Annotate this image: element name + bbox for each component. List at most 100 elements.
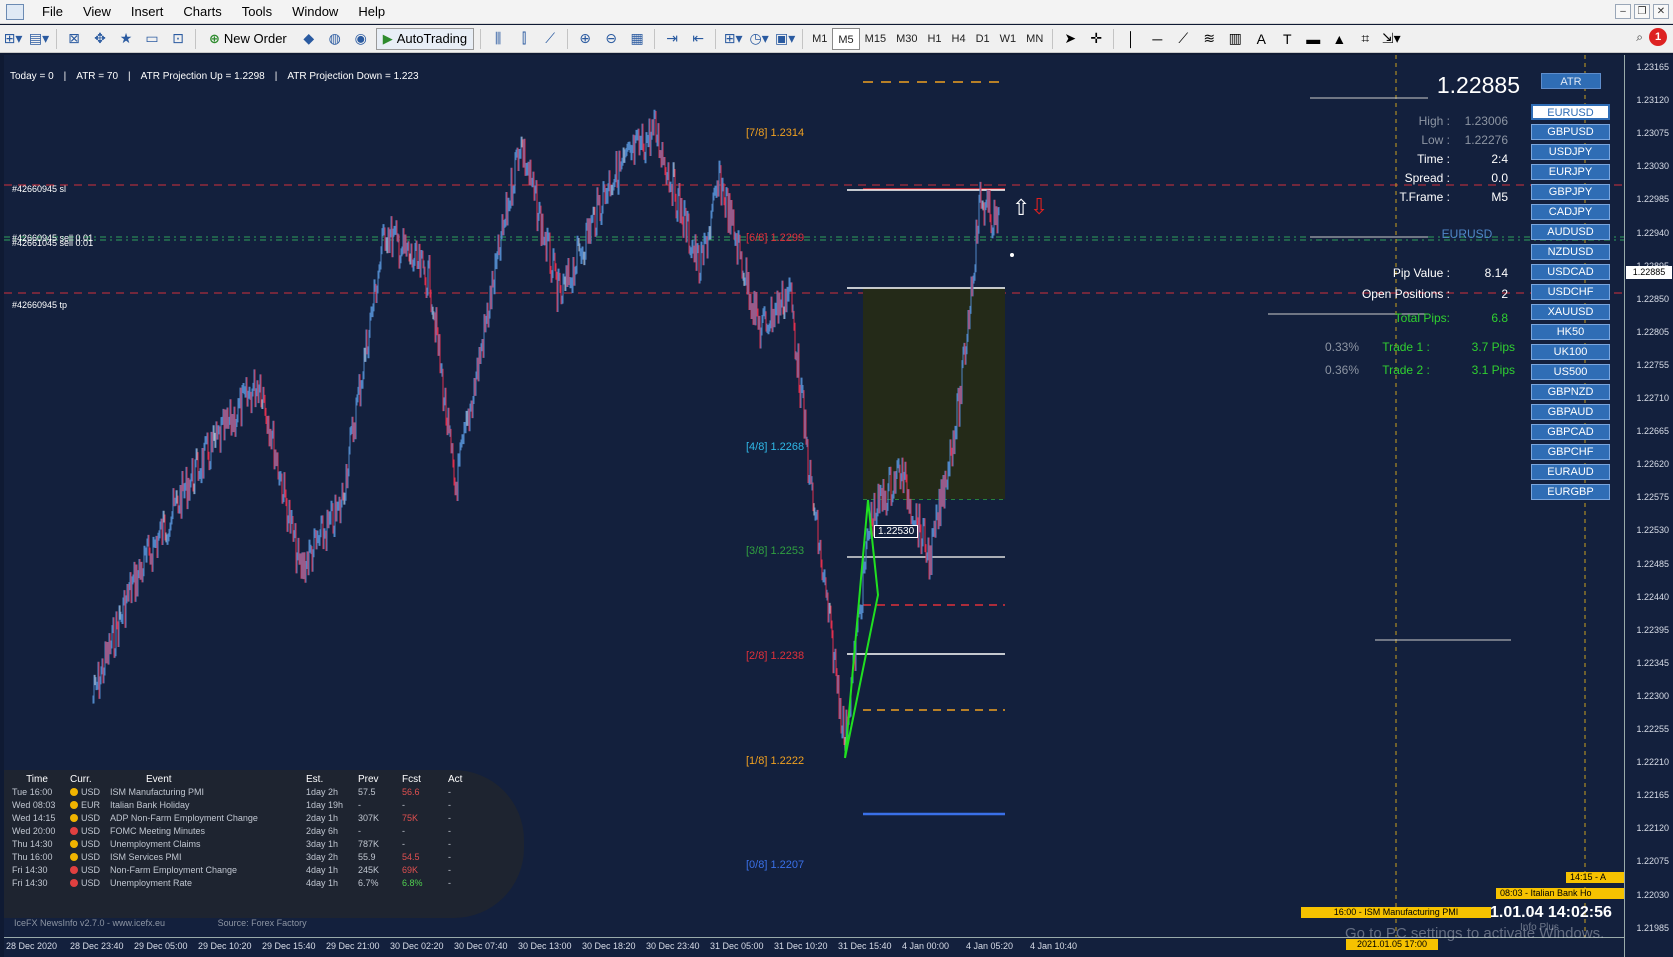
- symbol-button-usdchf[interactable]: USDCHF: [1531, 284, 1610, 300]
- candlestick-icon[interactable]: ⫿: [513, 28, 535, 50]
- menu-file[interactable]: File: [32, 0, 73, 24]
- symbol-button-eurusd[interactable]: EURUSD: [1531, 104, 1610, 120]
- news-footer: IceFX NewsInfo v2.7.0 - www.icefx.eu Sou…: [14, 918, 357, 928]
- symbol-button-euraud[interactable]: EURAUD: [1531, 464, 1610, 480]
- news-currency: USD: [66, 837, 106, 850]
- timeframe-h1[interactable]: H1: [922, 28, 946, 50]
- triangle-icon[interactable]: ▲: [1328, 28, 1350, 50]
- news-row[interactable]: Wed 14:15 USD ADP Non-Farm Employment Chan…: [8, 811, 474, 824]
- zoom-out-icon[interactable]: ⊖: [600, 28, 622, 50]
- symbol-button-gbpchf[interactable]: GBPCHF: [1531, 444, 1610, 460]
- tester-icon[interactable]: ⊡: [167, 28, 189, 50]
- auto-scroll-icon[interactable]: ⇥: [661, 28, 683, 50]
- news-row[interactable]: Fri 14:30 USD Unemployment Rate 4day 1h 6.7%…: [8, 876, 474, 889]
- trendline-icon[interactable]: ⟋: [1172, 28, 1194, 50]
- atr-button[interactable]: ATR: [1541, 73, 1601, 89]
- symbol-button-cadjpy[interactable]: CADJPY: [1531, 204, 1610, 220]
- news-row[interactable]: Thu 14:30 USD Unemployment Claims 3day 1h 78…: [8, 837, 474, 850]
- menu-window[interactable]: Window: [282, 0, 348, 24]
- menu-charts[interactable]: Charts: [173, 0, 231, 24]
- news-est: 4day 1h: [306, 877, 339, 888]
- arrows-icon[interactable]: ⇲▾: [1380, 28, 1402, 50]
- search-icon[interactable]: ⌕: [1636, 30, 1643, 45]
- metaeditor-icon[interactable]: ◆: [298, 28, 320, 50]
- minimize-icon[interactable]: –: [1615, 4, 1631, 19]
- menu-help[interactable]: Help: [348, 0, 395, 24]
- timeframe-mn[interactable]: MN: [1021, 28, 1048, 50]
- symbol-button-hk50[interactable]: HK50: [1531, 324, 1610, 340]
- menu-tools[interactable]: Tools: [232, 0, 282, 24]
- new-chart-icon[interactable]: ⊞▾: [2, 28, 24, 50]
- symbol-button-eurgbp[interactable]: EURGBP: [1531, 484, 1610, 500]
- fibonacci-icon[interactable]: ≋: [1198, 28, 1220, 50]
- symbol-button-eurjpy[interactable]: EURJPY: [1531, 164, 1610, 180]
- trade-sell2-label[interactable]: #42661045 sell 0.01: [12, 238, 93, 248]
- news-row[interactable]: Wed 08:03 EUR Italian Bank Holiday 1day 19h…: [8, 798, 474, 811]
- indicators-icon[interactable]: ⊞▾: [722, 28, 744, 50]
- bar-chart-icon[interactable]: ⫼: [487, 28, 509, 50]
- notification-badge[interactable]: 1: [1649, 28, 1667, 46]
- symbol-button-xauusd[interactable]: XAUUSD: [1531, 304, 1610, 320]
- new-order-button[interactable]: ⊕ New Order: [202, 28, 294, 50]
- price-axis[interactable]: 1.23165 1.23120 1.23075 1.23030 1.22985 1.229…: [1624, 55, 1673, 957]
- news-row[interactable]: Tue 16:00 USD ISM Manufacturing PMI 1day 2h…: [8, 785, 474, 798]
- news-event: Unemployment Rate: [110, 877, 193, 888]
- symbol-button-usdcad[interactable]: USDCAD: [1531, 264, 1610, 280]
- autotrading-label: AutoTrading: [396, 31, 468, 46]
- price-axis-label: 1.22530: [1636, 525, 1669, 536]
- profiles-icon[interactable]: ▤▾: [28, 28, 50, 50]
- symbol-button-gbpjpy[interactable]: GBPJPY: [1531, 184, 1610, 200]
- symbol-button-gbpusd[interactable]: GBPUSD: [1531, 124, 1610, 140]
- crosshair-icon[interactable]: ✛: [1085, 28, 1107, 50]
- timeframe-m1[interactable]: M1: [807, 28, 832, 50]
- impact-dot-icon: [70, 852, 78, 861]
- news-currency: USD: [66, 863, 106, 876]
- tile-windows-icon[interactable]: ▦: [626, 28, 648, 50]
- timeframe-m30[interactable]: M30: [891, 28, 922, 50]
- horizontal-line-icon[interactable]: ─: [1146, 28, 1168, 50]
- timeframe-d1[interactable]: D1: [971, 28, 995, 50]
- globe-icon[interactable]: ◉: [350, 28, 372, 50]
- text-icon[interactable]: A: [1250, 28, 1272, 50]
- close-icon[interactable]: ✕: [1653, 4, 1669, 19]
- symbol-button-uk100[interactable]: UK100: [1531, 344, 1610, 360]
- crosshair-target-icon[interactable]: ✥: [89, 28, 111, 50]
- autotrading-button[interactable]: ▶ AutoTrading: [375, 27, 475, 50]
- murrey-level-price: 1.2238: [770, 650, 805, 662]
- news-row[interactable]: Thu 16:00 USD ISM Services PMI 3day 2h 55.9 5…: [8, 850, 474, 863]
- news-row[interactable]: Wed 20:00 USD FOMC Meeting Minutes 2day 6h -…: [8, 824, 474, 837]
- menu-insert[interactable]: Insert: [121, 0, 174, 24]
- rectangle-icon[interactable]: ▬: [1302, 28, 1324, 50]
- zoom-in-icon[interactable]: ⊕: [574, 28, 596, 50]
- symbol-button-nzdusd[interactable]: NZDUSD: [1531, 244, 1610, 260]
- market-watch-icon[interactable]: ⊠: [63, 28, 85, 50]
- timeframe-h4[interactable]: H4: [947, 28, 971, 50]
- symbol-button-gbpcad[interactable]: GBPCAD: [1531, 424, 1610, 440]
- periods-icon[interactable]: ◷▾: [748, 28, 770, 50]
- symbol-button-usdjpy[interactable]: USDJPY: [1531, 144, 1610, 160]
- symbol-button-gbpaud[interactable]: GBPAUD: [1531, 404, 1610, 420]
- event-tag-italian: 08:03 - Italian Bank Ho: [1496, 888, 1624, 899]
- navigator-icon[interactable]: ★: [115, 28, 137, 50]
- news-row[interactable]: Fri 14:30 USD Non-Farm Employment Change 4d…: [8, 863, 474, 876]
- trade-sl-label[interactable]: #42660945 sl: [12, 184, 66, 194]
- gann-icon[interactable]: ⌗: [1354, 28, 1376, 50]
- signals-icon[interactable]: ◍: [324, 28, 346, 50]
- channel-icon[interactable]: ▥: [1224, 28, 1246, 50]
- chart-shift-icon[interactable]: ⇤: [687, 28, 709, 50]
- symbol-button-gbpnzd[interactable]: GBPNZD: [1531, 384, 1610, 400]
- timeframe-m15[interactable]: M15: [860, 28, 891, 50]
- symbol-button-audusd[interactable]: AUDUSD: [1531, 224, 1610, 240]
- line-chart-icon[interactable]: ⟋: [539, 28, 561, 50]
- restore-icon[interactable]: ❐: [1634, 4, 1650, 19]
- cursor-icon[interactable]: ➤: [1059, 28, 1081, 50]
- symbol-button-us500[interactable]: US500: [1531, 364, 1610, 380]
- templates-icon[interactable]: ▣▾: [774, 28, 796, 50]
- terminal-icon[interactable]: ▭: [141, 28, 163, 50]
- text-label-icon[interactable]: T: [1276, 28, 1298, 50]
- timeframe-w1[interactable]: W1: [995, 28, 1022, 50]
- timeframe-m5[interactable]: M5: [832, 27, 860, 50]
- trade-tp-label[interactable]: #42660945 tp: [12, 300, 67, 310]
- menu-view[interactable]: View: [73, 0, 121, 24]
- vertical-line-icon[interactable]: │: [1120, 28, 1142, 50]
